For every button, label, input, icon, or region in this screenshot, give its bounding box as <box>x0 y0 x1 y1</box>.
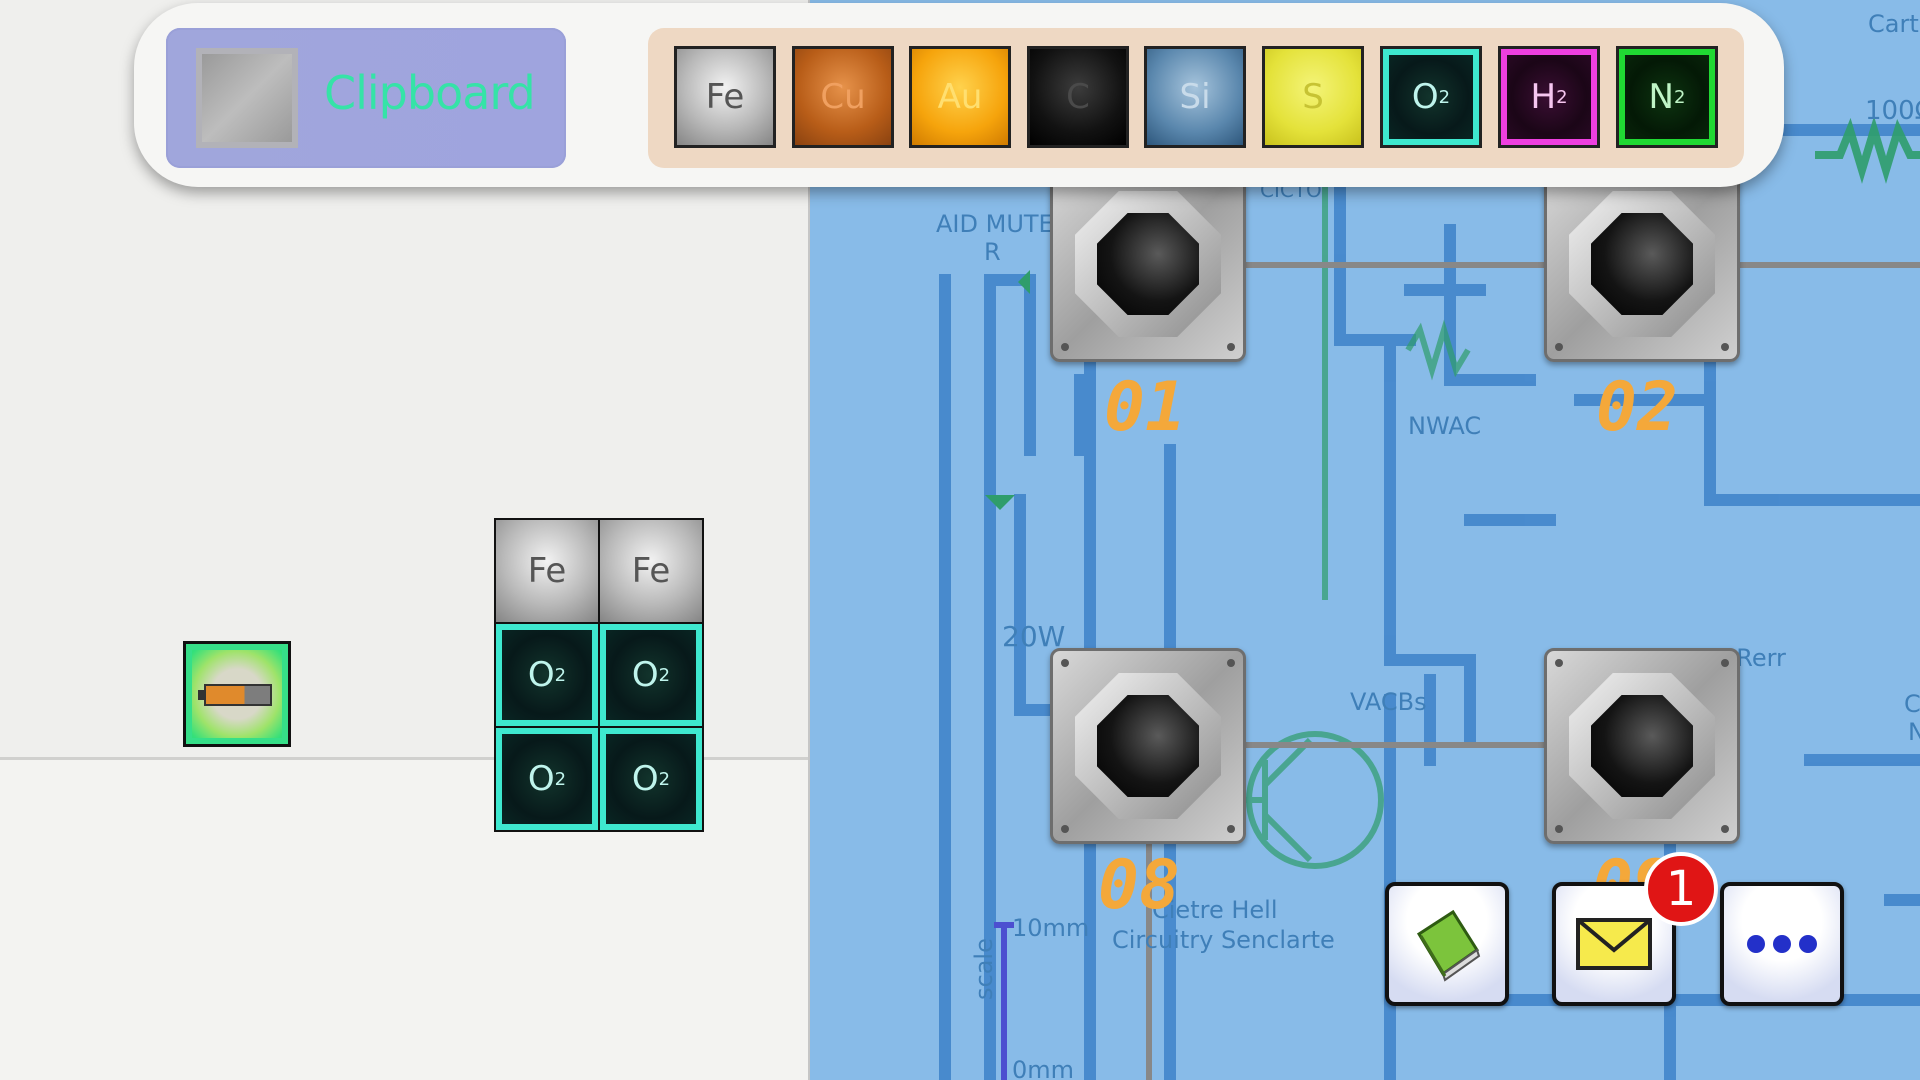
element-c[interactable]: C <box>1027 46 1129 148</box>
notebook-icon <box>1416 909 1481 982</box>
more-icon <box>1747 935 1817 953</box>
battery-piece[interactable] <box>183 641 291 747</box>
placed-tile[interactable]: O2 <box>598 622 704 728</box>
notification-badge: 1 <box>1644 852 1718 926</box>
socket-09[interactable] <box>1544 648 1740 844</box>
socket-number-08: 08 <box>1098 846 1180 925</box>
element-cu[interactable]: Cu <box>792 46 894 148</box>
blueprint-label-vacbs: VACBs <box>1350 688 1427 716</box>
clipboard-label: Clipboard <box>324 66 536 120</box>
placed-tile[interactable]: O2 <box>598 726 704 832</box>
element-si[interactable]: Si <box>1144 46 1246 148</box>
element-h2[interactable]: H2 <box>1498 46 1600 148</box>
element-s[interactable]: S <box>1262 46 1364 148</box>
socket-number-02: 02 <box>1596 368 1678 447</box>
element-symbol: O <box>1411 77 1439 117</box>
blueprint-label-aid-mute: AID MUTE <box>936 210 1054 238</box>
mail-icon <box>1576 918 1652 970</box>
socket-02[interactable] <box>1544 166 1740 362</box>
socket-01[interactable] <box>1050 166 1246 362</box>
socket-number-01: 01 <box>1104 368 1186 447</box>
blueprint-label-cart: Carta <box>1868 10 1920 38</box>
element-symbol: H <box>1530 77 1557 117</box>
notebook-button[interactable] <box>1385 882 1509 1006</box>
placed-tile[interactable]: O2 <box>494 726 600 832</box>
placed-tile[interactable]: O2 <box>494 622 600 728</box>
more-options-button[interactable] <box>1720 882 1844 1006</box>
blueprint-label-10mm: 10mm <box>1012 914 1090 942</box>
blueprint-label-nwac: NWAC <box>1408 412 1482 440</box>
element-symbol: Si <box>1179 77 1211 117</box>
element-n2[interactable]: N2 <box>1616 46 1718 148</box>
blueprint-label-ohm: 100Ω <box>1865 96 1920 126</box>
element-symbol: N <box>1648 77 1674 117</box>
placed-tile[interactable]: Fe <box>598 518 704 624</box>
element-symbol: Fe <box>705 77 745 117</box>
element-palette: Fe Cu Au C Si S O2 H2 N2 <box>648 28 1744 168</box>
element-symbol: Cu <box>820 77 866 117</box>
element-fe[interactable]: Fe <box>674 46 776 148</box>
clipboard-slot <box>196 48 298 148</box>
socket-08[interactable] <box>1050 648 1246 844</box>
blueprint-label-scale: scale <box>970 938 998 1000</box>
battery-icon <box>204 684 272 706</box>
blueprint-label-circuitry: Circuitry Senclarte <box>1112 926 1335 954</box>
blueprint-label-c: C <box>1904 690 1920 718</box>
clipboard-button[interactable]: Clipboard <box>166 28 566 168</box>
element-symbol: C <box>1066 77 1090 117</box>
element-symbol: S <box>1302 77 1324 117</box>
element-symbol: Au <box>937 77 983 117</box>
blueprint-label-n: N <box>1908 718 1920 746</box>
blueprint-label-r: R <box>984 238 1001 266</box>
placed-tile[interactable]: Fe <box>494 518 600 624</box>
blueprint-label-0mm: 0mm <box>1012 1056 1075 1080</box>
element-au[interactable]: Au <box>909 46 1011 148</box>
element-o2[interactable]: O2 <box>1380 46 1482 148</box>
